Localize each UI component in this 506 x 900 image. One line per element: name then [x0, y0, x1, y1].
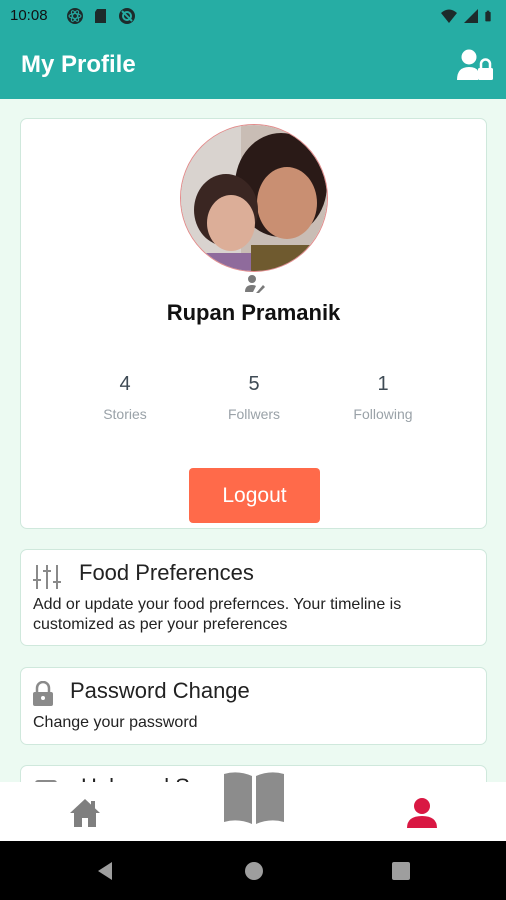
logout-button[interactable]: Logout	[189, 468, 320, 523]
profile-card: Rupan Pramanik 4 Stories 5 Follwers 1 Fo…	[20, 118, 487, 529]
profile-name: Rupan Pramanik	[166, 300, 341, 325]
sd-card-icon	[95, 9, 106, 23]
cell-signal-icon	[464, 9, 478, 23]
page-title: My Profile	[21, 51, 136, 78]
setting-title: Password Change	[70, 678, 250, 703]
setting-description: Change your password	[33, 714, 198, 731]
bottom-nav	[0, 772, 506, 841]
stat-value: 5	[248, 373, 260, 395]
status-notification-icons	[66, 7, 136, 25]
status-system-icons	[440, 7, 496, 25]
status-bar: 10:08	[0, 0, 506, 32]
profile-icon[interactable]	[405, 796, 439, 830]
password-change-card[interactable]: Password Change Change your password	[20, 667, 487, 745]
avatar[interactable]	[180, 124, 328, 272]
setting-description: Add or update your food prefernces. Your…	[33, 596, 402, 633]
lock-icon	[33, 681, 53, 706]
app-bar: My Profile	[0, 32, 506, 99]
edit-profile-icon[interactable]	[244, 274, 266, 294]
stat-value: 1	[377, 373, 389, 395]
status-time: 10:08	[10, 7, 48, 24]
home-icon[interactable]	[68, 796, 102, 830]
user-lock-icon[interactable]	[456, 48, 494, 82]
home-circle-icon[interactable]	[243, 860, 265, 882]
stat-value: 4	[119, 373, 131, 395]
stat-following[interactable]: 1 Following	[323, 373, 443, 422]
wifi-icon	[441, 9, 457, 23]
stat-followers[interactable]: 5 Follwers	[194, 373, 314, 422]
food-preferences-card[interactable]: Food Preferences Add or update your food…	[20, 549, 487, 646]
setting-title: Food Preferences	[79, 560, 254, 585]
stat-stories[interactable]: 4 Stories	[65, 373, 185, 422]
stat-label: Stories	[103, 406, 147, 422]
react-icon	[67, 8, 83, 24]
battery-icon	[485, 10, 491, 22]
stat-label: Follwers	[227, 406, 281, 422]
sliders-icon	[33, 565, 61, 589]
back-icon[interactable]	[94, 860, 116, 882]
recents-icon[interactable]	[390, 860, 412, 882]
stat-label: Following	[353, 406, 413, 422]
avatar-photo	[181, 125, 327, 271]
at-sign-icon	[119, 8, 135, 24]
system-nav-bar	[0, 841, 506, 900]
book-icon[interactable]	[220, 770, 288, 826]
